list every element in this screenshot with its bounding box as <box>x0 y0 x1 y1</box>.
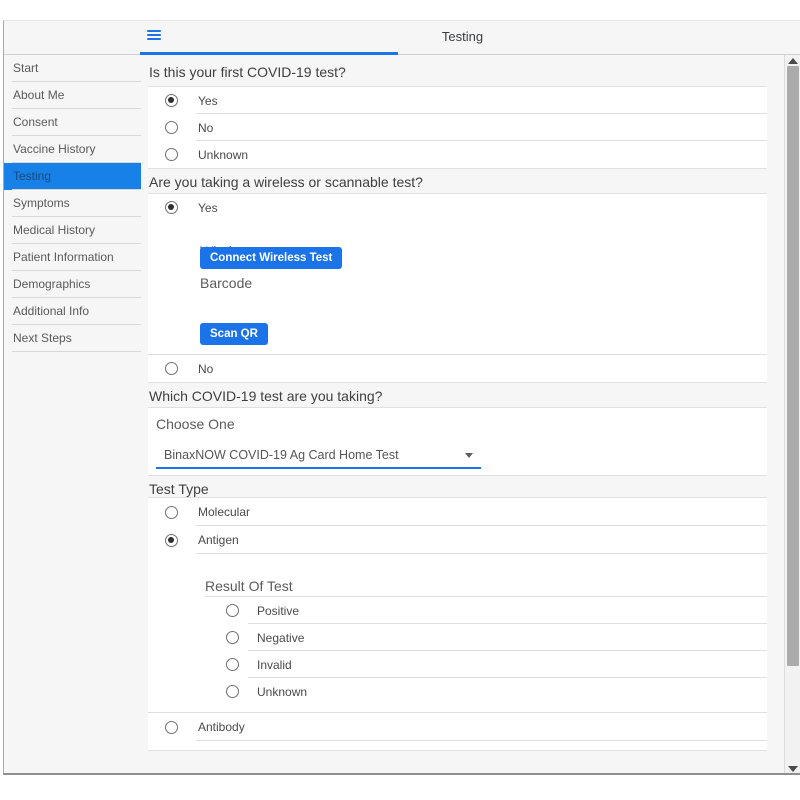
radio-label: Invalid <box>257 658 292 672</box>
sidebar-item-symptoms[interactable]: Symptoms <box>4 190 141 217</box>
radio-label: No <box>198 121 213 135</box>
test-type-card: Molecular Antigen Result Of Test Positiv… <box>148 497 767 751</box>
question-first-test-title: Is this your first COVID-19 test? <box>141 55 784 86</box>
sidebar-item-demographics[interactable]: Demographics <box>4 271 141 298</box>
sidebar-item-next-steps[interactable]: Next Steps <box>4 325 141 352</box>
radio-button[interactable] <box>226 631 239 644</box>
sidebar-item-patient-information[interactable]: Patient Information <box>4 244 141 271</box>
page-title: Testing <box>141 21 784 52</box>
connect-wireless-test-button[interactable]: Connect Wireless Test <box>200 247 342 269</box>
scrollbar-thumb[interactable] <box>787 66 799 666</box>
radio-label: Antigen <box>198 533 239 547</box>
radio-option-no[interactable]: No <box>148 114 767 141</box>
radio-button[interactable] <box>165 362 178 375</box>
radio-button[interactable] <box>226 658 239 671</box>
scroll-down-arrow-icon[interactable] <box>788 766 798 772</box>
sidebar-item-about-me[interactable]: About Me <box>4 82 141 109</box>
radio-label: Yes <box>198 94 218 108</box>
radio-label: Antibody <box>198 720 245 734</box>
top-header: Testing <box>4 21 800 52</box>
radio-label: No <box>198 362 213 376</box>
radio-button-selected[interactable] <box>165 534 178 547</box>
selected-test-value: BinaxNOW COVID-19 Ag Card Home Test <box>164 448 399 462</box>
test-select-dropdown[interactable]: BinaxNOW COVID-19 Ag Card Home Test <box>156 446 481 469</box>
radio-button[interactable] <box>226 685 239 698</box>
barcode-label: Barcode <box>200 275 767 293</box>
radio-button[interactable] <box>165 721 178 734</box>
sidebar-item-medical-history[interactable]: Medical History <box>4 217 141 244</box>
sidebar-item-consent[interactable]: Consent <box>4 109 141 136</box>
card-bottom-spacer <box>148 741 767 750</box>
radio-option-yes[interactable]: Yes <box>148 194 767 221</box>
wireless-label: Wireless <box>200 221 767 243</box>
test-select-card: Choose One BinaxNOW COVID-19 Ag Card Hom… <box>148 407 767 476</box>
radio-option-antibody[interactable]: Antibody <box>148 713 767 741</box>
choose-one-label: Choose One <box>156 416 759 434</box>
scan-qr-button[interactable]: Scan QR <box>200 323 268 345</box>
form-content: Is this your first COVID-19 test? Yes No… <box>141 55 784 773</box>
radio-option-yes[interactable]: Yes <box>148 87 767 114</box>
radio-label: Positive <box>257 604 299 618</box>
radio-label: Molecular <box>198 505 250 519</box>
scroll-up-arrow-icon[interactable] <box>788 58 798 64</box>
sidebar-item-start[interactable]: Start <box>4 55 141 82</box>
radio-button[interactable] <box>226 604 239 617</box>
radio-label: Unknown <box>257 685 307 699</box>
wireless-expanded-panel: Wireless Connect Wireless Test Barcode S… <box>148 221 767 355</box>
question-wireless-title: Are you taking a wireless or scannable t… <box>141 169 784 193</box>
radio-label: Yes <box>198 201 218 215</box>
app-frame: Testing Start About Me Consent Vaccine H… <box>3 20 800 775</box>
vertical-scrollbar[interactable] <box>784 55 800 773</box>
radio-option-negative[interactable]: Negative <box>148 624 767 651</box>
sidebar-item-testing[interactable]: Testing <box>4 163 141 190</box>
sidebar-nav: Start About Me Consent Vaccine History T… <box>4 55 141 352</box>
question-test-type-title: Test Type <box>141 476 784 497</box>
radio-option-antigen[interactable]: Antigen <box>148 526 767 554</box>
radio-option-unknown[interactable]: Unknown <box>148 141 767 168</box>
radio-button[interactable] <box>165 148 178 161</box>
wireless-options-card: Yes Wireless Connect Wireless Test Barco… <box>148 193 767 383</box>
radio-option-positive[interactable]: Positive <box>148 597 767 624</box>
radio-option-no[interactable]: No <box>148 355 767 382</box>
sidebar-item-additional-info[interactable]: Additional Info <box>4 298 141 325</box>
radio-button[interactable] <box>165 121 178 134</box>
radio-button-selected[interactable] <box>165 201 178 214</box>
radio-option-molecular[interactable]: Molecular <box>148 498 767 526</box>
radio-button[interactable] <box>165 506 178 519</box>
first-test-options-card: Yes No Unknown <box>148 86 767 169</box>
result-of-test-section: Result Of Test Positive Negative Invalid <box>148 554 767 713</box>
radio-label: Negative <box>257 631 304 645</box>
sidebar-item-vaccine-history[interactable]: Vaccine History <box>4 136 141 163</box>
radio-button-selected[interactable] <box>165 94 178 107</box>
question-which-test-title: Which COVID-19 test are you taking? <box>141 383 784 407</box>
screen: Testing Start About Me Consent Vaccine H… <box>0 0 800 800</box>
result-of-test-title: Result Of Test <box>205 554 767 597</box>
chevron-down-icon <box>465 453 473 458</box>
radio-label: Unknown <box>198 148 248 162</box>
radio-option-unknown[interactable]: Unknown <box>148 678 767 705</box>
radio-option-invalid[interactable]: Invalid <box>148 651 767 678</box>
